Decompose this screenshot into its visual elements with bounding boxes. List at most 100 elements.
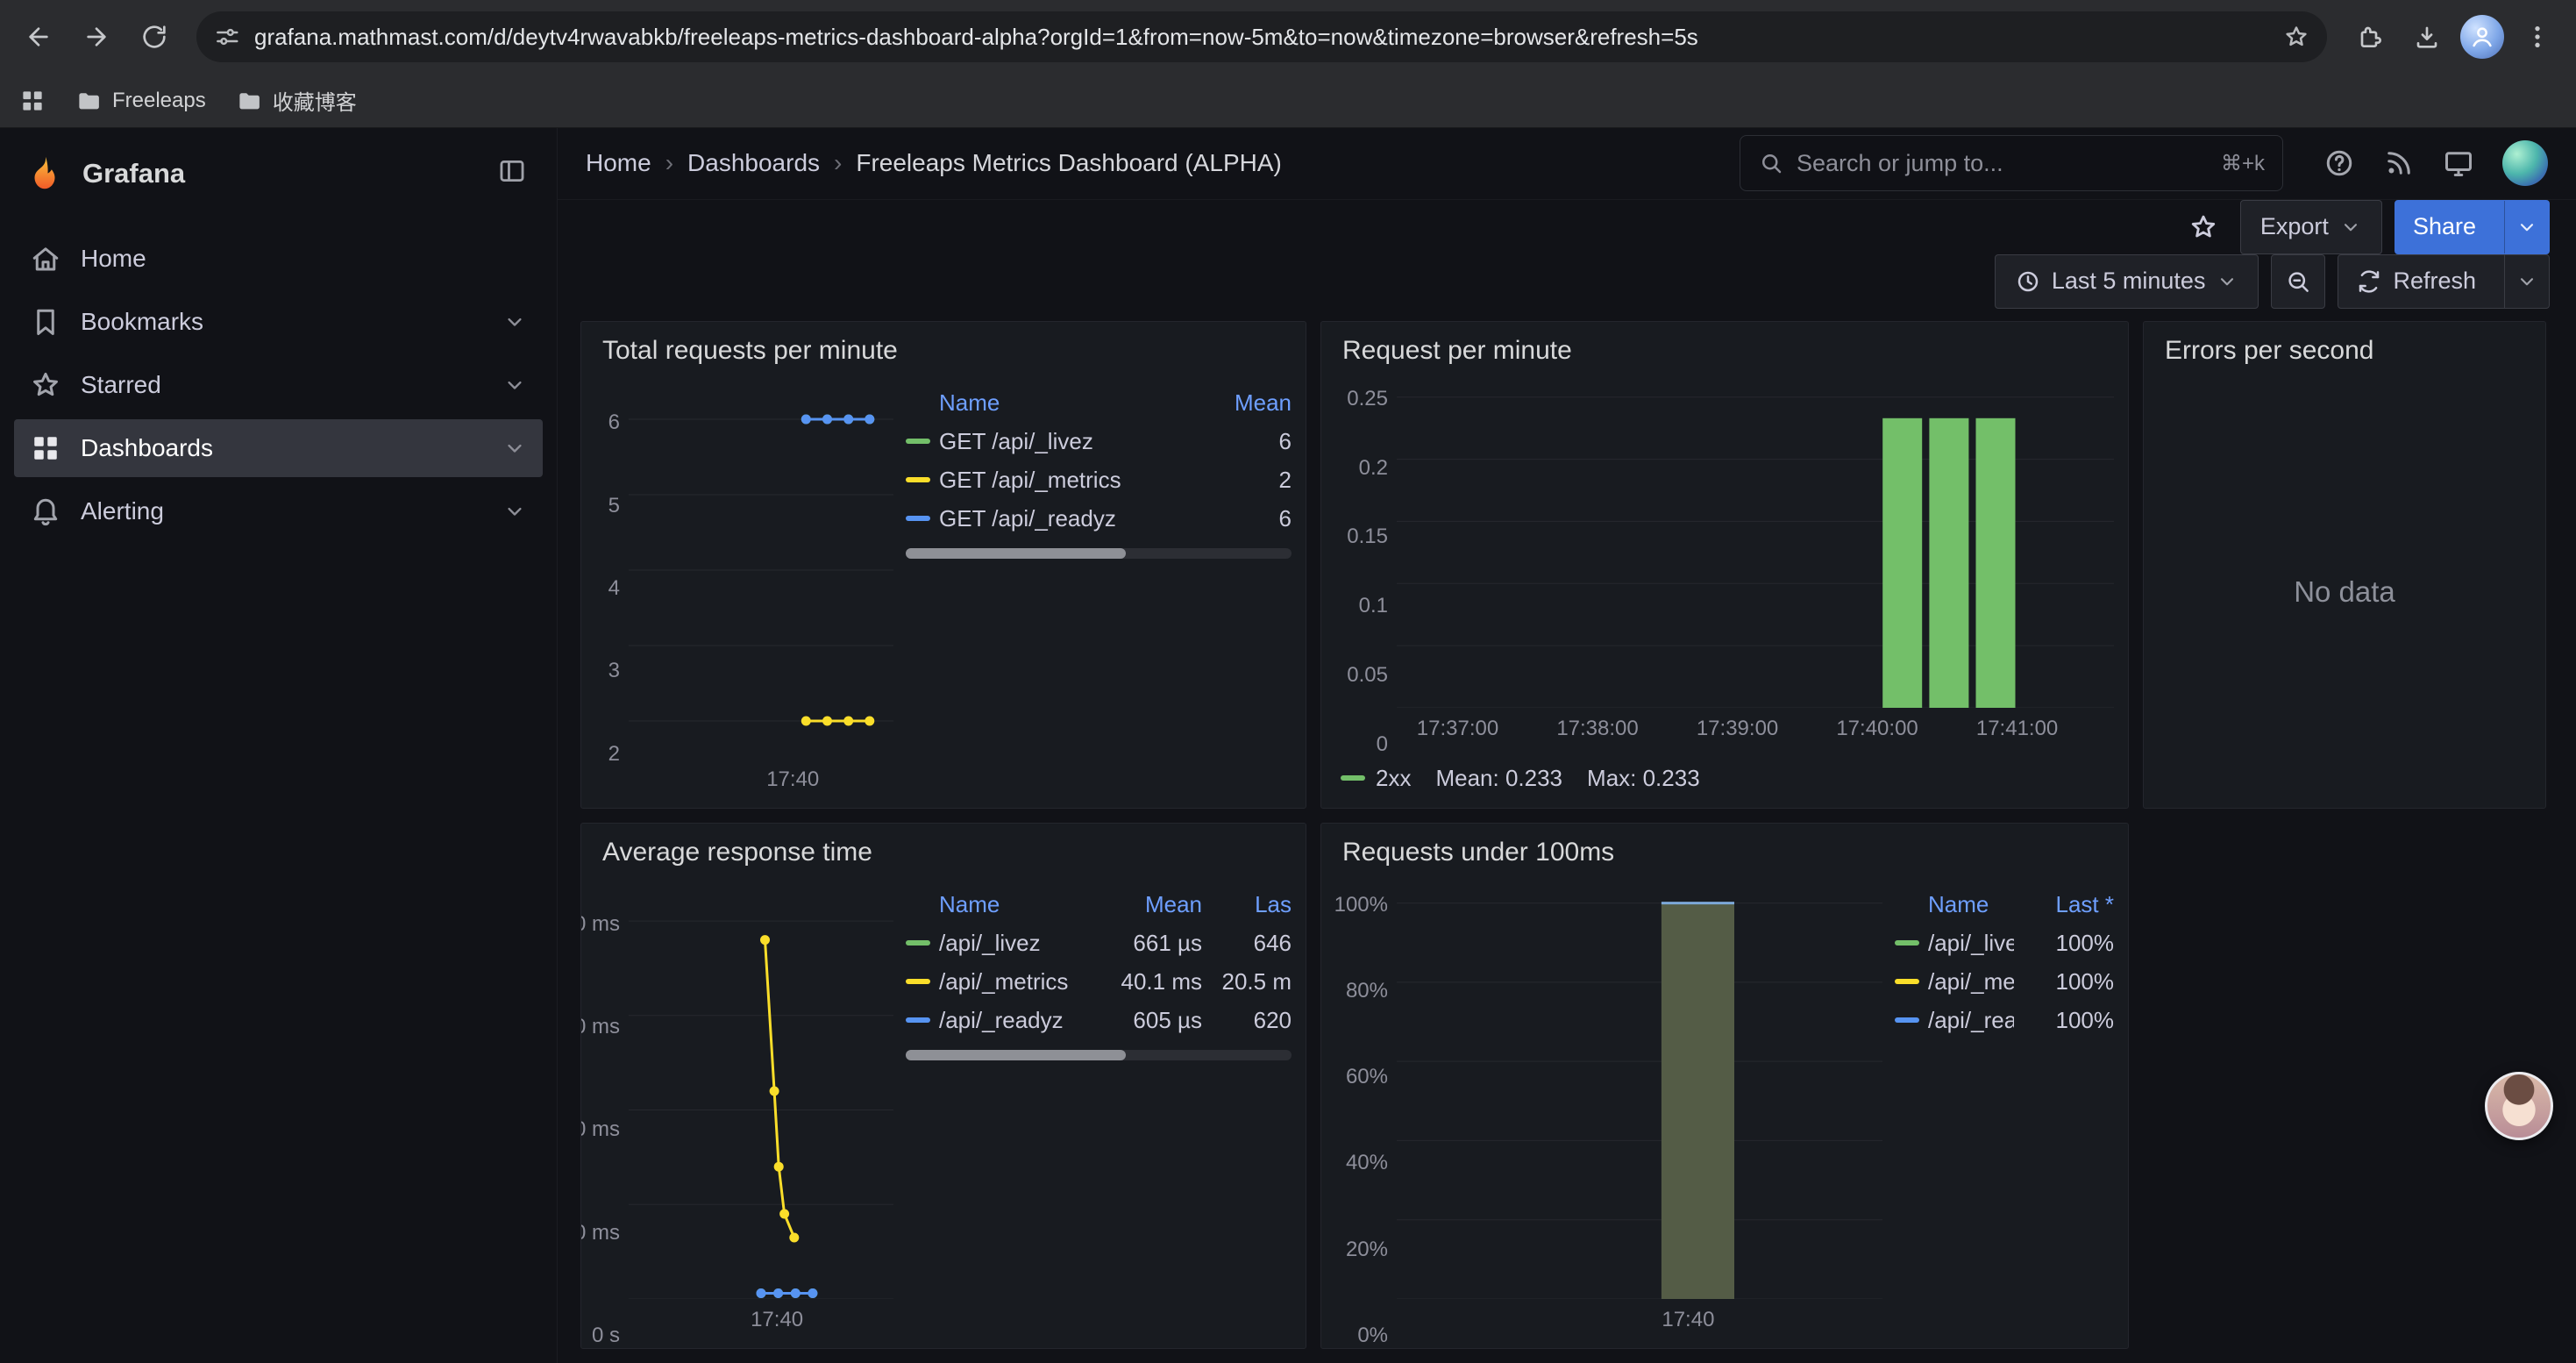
legend-header-last[interactable]: Las	[1211, 891, 1292, 918]
refresh-main[interactable]: Refresh	[2338, 255, 2494, 308]
chevron-down-icon[interactable]	[502, 436, 527, 460]
assistant-avatar[interactable]	[2485, 1072, 2553, 1140]
back-button[interactable]	[14, 12, 63, 61]
legend-header-mean[interactable]: Mean	[1088, 891, 1202, 918]
panel-errors-per-second: Errors per second No data	[2143, 321, 2546, 809]
chevron-down-icon	[2516, 270, 2538, 293]
reload-button[interactable]	[130, 12, 179, 61]
back-icon	[25, 23, 53, 51]
bookmark-item-freeleaps[interactable]: Freeleaps	[75, 88, 206, 114]
search-box[interactable]: ⌘+k	[1740, 135, 2283, 191]
star-outline-icon	[2188, 212, 2218, 242]
series-mean: 661 µs	[1088, 930, 1202, 957]
series-mean: 605 µs	[1088, 1007, 1202, 1034]
legend-header-mean[interactable]: Mean	[1218, 389, 1292, 417]
collapse-sidebar-button[interactable]	[497, 156, 532, 191]
extensions-button[interactable]	[2345, 12, 2394, 61]
legend-header-name[interactable]: Name	[906, 389, 1209, 417]
grafana-logo[interactable]	[25, 153, 65, 194]
bell-icon	[30, 496, 61, 527]
plot-area[interactable]	[629, 883, 893, 1299]
plot-area[interactable]	[629, 382, 893, 759]
legend-table: Name Mean GET /api/_livez 6 GET /api/_me…	[906, 382, 1292, 796]
favorite-dashboard-button[interactable]	[2179, 203, 2228, 252]
series-name: GET /api/_livez	[939, 428, 1093, 455]
legend-inline[interactable]: 2xx Mean: 0.233 Max: 0.233	[1330, 757, 2114, 799]
help-button[interactable]	[2323, 147, 2355, 179]
legend-row[interactable]: /api/_readyz 100%	[1895, 1001, 2114, 1039]
sidebar-item-dashboards[interactable]: Dashboards	[14, 419, 543, 477]
scrollbar-thumb[interactable]	[906, 1050, 1126, 1060]
panel-title[interactable]: Average response time	[581, 824, 1306, 878]
legend-scrollbar[interactable]	[906, 548, 1292, 559]
site-info-icon[interactable]	[214, 24, 240, 50]
legend-scrollbar[interactable]	[906, 1050, 1292, 1060]
chevron-down-icon[interactable]	[502, 310, 527, 334]
sidebar-brand: Grafana	[0, 128, 557, 219]
legend-row[interactable]: /api/_livez 100%	[1895, 924, 2114, 962]
downloads-button[interactable]	[2402, 12, 2451, 61]
sidebar: Grafana Home Bookmarks Starred Dashboard…	[0, 128, 558, 1363]
breadcrumb-dashboards[interactable]: Dashboards	[687, 149, 820, 177]
plot-area[interactable]	[1397, 382, 2114, 708]
panel-title[interactable]: Request per minute	[1321, 322, 2128, 376]
chevron-down-icon	[2516, 216, 2538, 239]
export-button[interactable]: Export	[2240, 200, 2382, 254]
bookmarks-bar: Freeleaps 收藏博客	[0, 74, 2576, 128]
series-name: GET /api/_metrics	[939, 467, 1121, 494]
browser-menu-button[interactable]	[2513, 12, 2562, 61]
forward-button[interactable]	[72, 12, 121, 61]
time-range-picker[interactable]: Last 5 minutes	[1995, 254, 2259, 309]
scrollbar-thumb[interactable]	[906, 548, 1126, 559]
bookmark-star-icon[interactable]	[2283, 24, 2309, 50]
panel-title[interactable]: Requests under 100ms	[1321, 824, 2128, 878]
browser-profile-avatar[interactable]	[2460, 15, 2504, 59]
address-bar[interactable]	[196, 11, 2327, 62]
legend-header-name[interactable]: Name	[1895, 891, 2014, 918]
share-menu-button[interactable]	[2504, 201, 2549, 253]
kiosk-button[interactable]	[2443, 147, 2474, 179]
search-input[interactable]	[1797, 150, 2209, 177]
breadcrumb-separator: ›	[665, 149, 673, 177]
sidebar-item-home[interactable]: Home	[14, 230, 543, 288]
panel-title[interactable]: Errors per second	[2144, 322, 2545, 376]
legend-header-last[interactable]: Last *	[2023, 891, 2114, 918]
legend-row[interactable]: /api/_metrics 100%	[1895, 962, 2114, 1001]
bookmark-item-blogs[interactable]: 收藏博客	[236, 85, 357, 116]
series-mean: 6	[1218, 505, 1292, 532]
zoom-out-button[interactable]	[2271, 254, 2325, 309]
legend-row[interactable]: GET /api/_livez 6	[906, 422, 1292, 460]
sidebar-item-bookmarks[interactable]: Bookmarks	[14, 293, 543, 351]
chevron-down-icon[interactable]	[502, 373, 527, 397]
panel-title[interactable]: Total requests per minute	[581, 322, 1306, 376]
share-button[interactable]: Share	[2395, 200, 2550, 254]
series-color-swatch	[906, 1017, 930, 1023]
sidebar-item-label: Starred	[81, 371, 161, 399]
apps-grid-icon[interactable]	[19, 88, 46, 114]
refresh-interval-button[interactable]	[2504, 255, 2549, 308]
sidebar-item-alerting[interactable]: Alerting	[14, 482, 543, 540]
legend-header-name[interactable]: Name	[906, 891, 1079, 918]
legend-row[interactable]: /api/_livez 661 µs 646	[906, 924, 1292, 962]
refresh-button[interactable]: Refresh	[2338, 254, 2550, 309]
legend-row[interactable]: GET /api/_readyz 6	[906, 499, 1292, 538]
panel-average-response-time: Average response time 80 ms60 ms40 ms20 …	[580, 823, 1306, 1349]
user-avatar[interactable]	[2502, 140, 2548, 186]
breadcrumb-home[interactable]: Home	[586, 149, 651, 177]
legend-row[interactable]: GET /api/_metrics 2	[906, 460, 1292, 499]
share-main[interactable]: Share	[2395, 201, 2494, 253]
folder-icon	[75, 88, 102, 114]
series-color-swatch	[1895, 1017, 1919, 1023]
legend-row[interactable]: /api/_metrics 40.1 ms 20.5 m	[906, 962, 1292, 1001]
legend-row[interactable]: /api/_readyz 605 µs 620	[906, 1001, 1292, 1039]
chevron-down-icon[interactable]	[502, 499, 527, 524]
panel-requests-per-minute: Request per minute 0.250.20.150.10.050 1…	[1320, 321, 2129, 809]
plot-area[interactable]	[1397, 883, 1882, 1299]
y-axis: 0.250.20.150.10.050	[1330, 382, 1397, 745]
series-max: Max: 0.233	[1587, 765, 1700, 792]
url-input[interactable]	[254, 24, 2269, 51]
news-button[interactable]	[2383, 147, 2415, 179]
sidebar-item-starred[interactable]: Starred	[14, 356, 543, 414]
export-label: Export	[2260, 213, 2329, 240]
series-name: /api/_readyz	[939, 1007, 1064, 1034]
